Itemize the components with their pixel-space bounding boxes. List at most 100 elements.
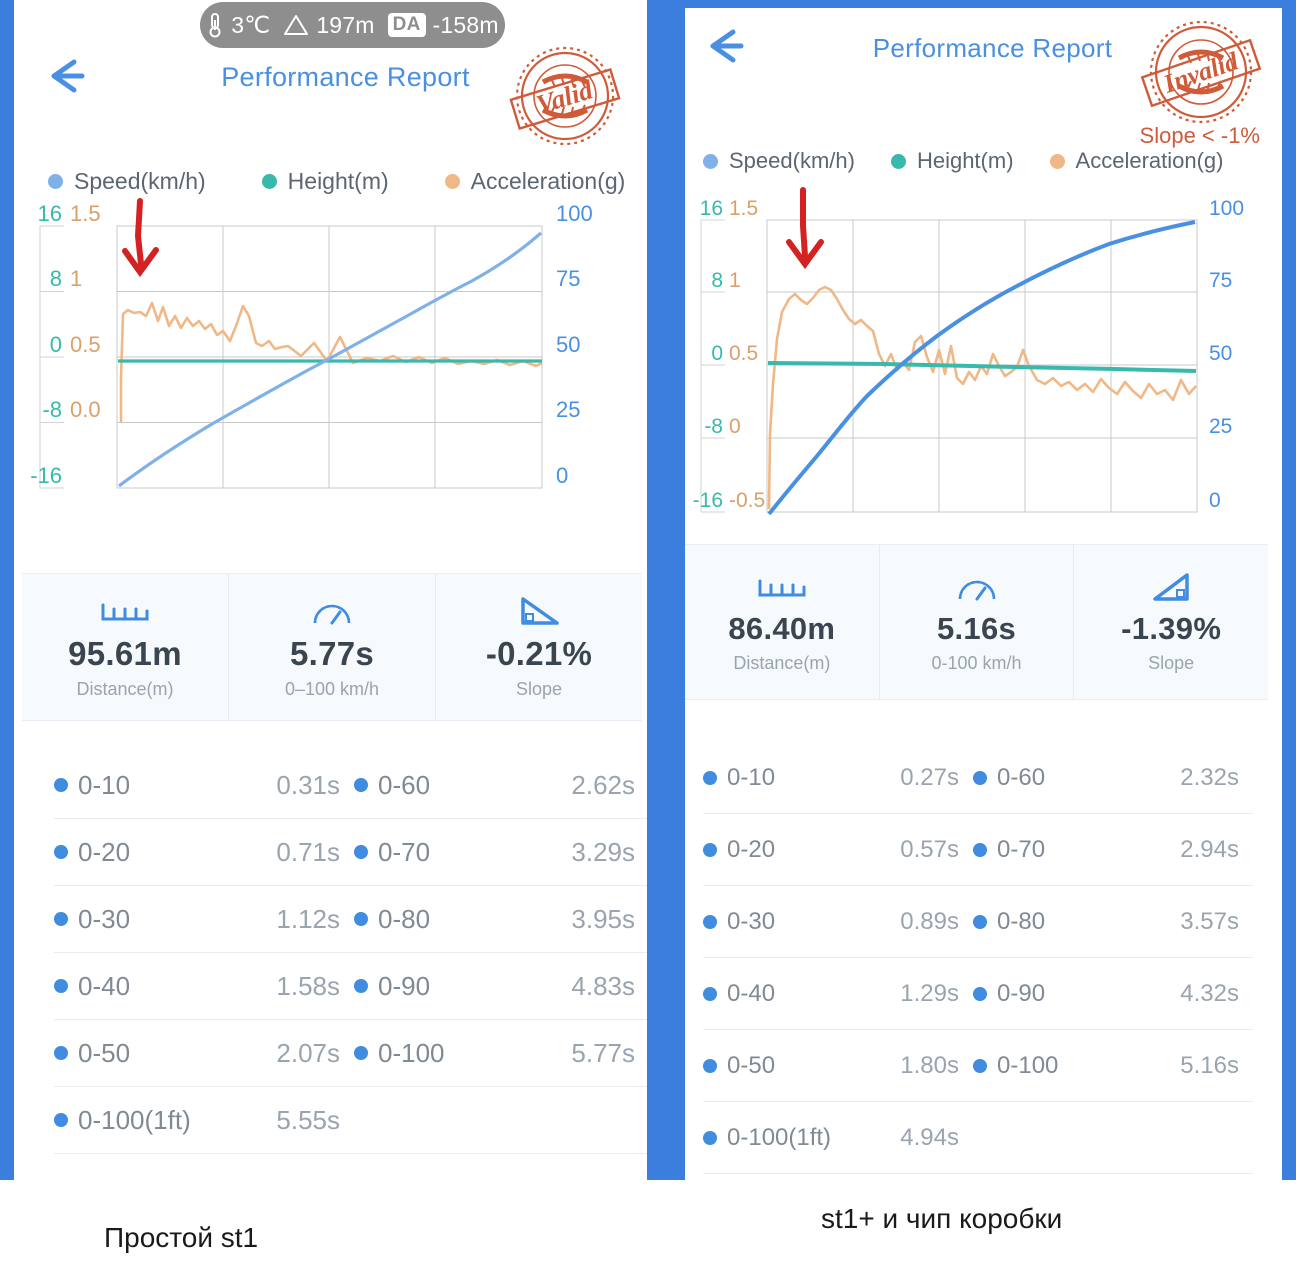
timing-cell: 0-70 2.94s (973, 836, 1253, 864)
timing-label: 0-20 (703, 836, 775, 864)
bullet-icon (54, 979, 68, 993)
table-row: 0-40 1.29s 0-90 4.32s (703, 958, 1253, 1030)
stat-slope[interactable]: -1.39% Slope (1074, 545, 1268, 699)
legend-label-speed: Speed(km/h) (74, 168, 206, 194)
legend-item-acceleration[interactable]: Acceleration(g) (1049, 148, 1224, 174)
stat-zero-to-hundred-value: 5.77s (289, 634, 375, 672)
legend-label-acceleration: Acceleration(g) (1075, 148, 1224, 173)
svg-text:1.5: 1.5 (70, 201, 101, 226)
stat-distance[interactable]: 95.61m Distance(m) (22, 574, 229, 720)
height-axis-ticks: 16 8 0 -8 -16 (30, 201, 62, 488)
stat-slope-value: -1.39% (1121, 610, 1222, 646)
timing-value: 4.83s (571, 970, 635, 1001)
height-axis-ticks: 16 8 0 -8 -16 (693, 197, 723, 512)
timing-cell: 0-90 4.83s (354, 970, 647, 1002)
table-row: 0-100(1ft) 5.55s (54, 1087, 647, 1154)
timing-value: 2.62s (571, 769, 635, 800)
speed-axis-ticks: 100 75 50 25 0 (1209, 197, 1244, 512)
table-row: 0-10 0.31s 0-60 2.62s (54, 752, 647, 819)
svg-text:50: 50 (1209, 342, 1232, 365)
svg-text:-16: -16 (30, 463, 62, 488)
timing-label: 0-40 (703, 980, 775, 1008)
report-screen-left: 3℃ 197m DA -158m Performance Report Vali… (14, 0, 647, 1180)
chart-legend-right: Speed(km/h) Height(m) Acceleration(g) (703, 148, 1223, 174)
legend-item-speed[interactable]: Speed(km/h) (48, 168, 206, 195)
svg-text:0: 0 (729, 415, 741, 438)
table-row: 0-20 0.71s 0-70 3.29s (54, 819, 647, 886)
stat-distance-label: Distance(m) (733, 652, 831, 673)
table-row: 0-50 1.80s 0-100 5.16s (703, 1030, 1253, 1102)
stat-zero-to-hundred[interactable]: 5.77s 0–100 km/h (229, 574, 436, 720)
timing-label: 0-100 (973, 1052, 1058, 1080)
svg-text:8: 8 (50, 266, 62, 291)
bullet-icon (354, 979, 368, 993)
table-row: 0-50 2.07s 0-100 5.77s (54, 1020, 647, 1087)
summary-stats-left: 95.61m Distance(m) 5.77s 0–100 km/h -0.2… (22, 573, 642, 721)
timing-label: 0-50 (703, 1052, 775, 1080)
bullet-icon (54, 912, 68, 926)
timing-value: 5.55s (276, 1104, 340, 1135)
table-row: 0-10 0.27s 0-60 2.32s (703, 742, 1253, 814)
screenshot-root: 3℃ 197m DA -158m Performance Report Vali… (0, 0, 1296, 1272)
svg-text:1: 1 (729, 269, 741, 292)
bullet-icon (703, 1130, 717, 1145)
timing-label: 0-60 (973, 764, 1045, 792)
da-value: -158m (432, 11, 499, 38)
timing-value: 3.95s (571, 903, 635, 934)
timing-value: 5.77s (571, 1037, 635, 1068)
bullet-icon (54, 1113, 68, 1127)
valid-stamp-label: Valid (533, 74, 597, 120)
timing-value: 4.32s (1180, 979, 1239, 1007)
height-series-line (767, 361, 1197, 373)
slope-icon (517, 595, 561, 629)
legend-dot-height (261, 174, 277, 189)
timing-value: 0.57s (900, 835, 959, 863)
valid-stamp-icon: Valid (499, 42, 631, 150)
bullet-icon (703, 986, 717, 1001)
timing-label: 0-20 (54, 837, 130, 868)
svg-text:16: 16 (700, 197, 723, 220)
table-row: 0-30 1.12s 0-80 3.95s (54, 886, 647, 953)
legend-item-acceleration[interactable]: Acceleration(g) (444, 168, 625, 195)
legend-dot-height (890, 153, 906, 169)
legend-item-speed[interactable]: Speed(km/h) (703, 148, 855, 174)
timing-value: 1.12s (276, 903, 340, 934)
svg-text:0: 0 (556, 463, 568, 488)
legend-item-height[interactable]: Height(m) (890, 148, 1014, 174)
legend-item-height[interactable]: Height(m) (261, 168, 389, 195)
timing-label: 0-10 (54, 770, 130, 801)
timing-value: 0.89s (900, 907, 959, 935)
bullet-icon (973, 986, 987, 1001)
svg-text:75: 75 (556, 266, 580, 291)
ruler-icon (757, 571, 807, 605)
timing-label: 0-100(1ft) (54, 1105, 191, 1136)
table-row: 0-20 0.57s 0-70 2.94s (703, 814, 1253, 886)
density-altitude-readout: DA -158m (387, 11, 499, 39)
caption-right: st1+ и чип коробки (821, 1203, 1063, 1234)
table-row: 0-100(1ft) 4.94s (703, 1102, 1253, 1174)
bullet-icon (703, 770, 717, 785)
stat-slope-value: -0.21% (485, 634, 593, 672)
timing-value: 4.94s (900, 1123, 959, 1151)
summary-stats-right: 86.40m Distance(m) 5.16s 0-100 km/h -1.3… (685, 544, 1268, 700)
stat-slope[interactable]: -0.21% Slope (436, 574, 642, 720)
svg-text:0.5: 0.5 (729, 342, 758, 365)
timing-cell: 0-60 2.62s (354, 769, 647, 801)
stat-zero-to-hundred-label: 0–100 km/h (284, 678, 380, 699)
timing-label: 0-60 (354, 770, 430, 801)
speedometer-icon (311, 595, 353, 629)
bullet-icon (973, 770, 987, 785)
bullet-icon (703, 914, 717, 929)
speedometer-icon (956, 571, 998, 605)
stat-distance[interactable]: 86.40m Distance(m) (685, 545, 880, 699)
timing-cell: 0-20 0.57s (703, 836, 973, 864)
stat-zero-to-hundred[interactable]: 5.16s 0-100 km/h (880, 545, 1075, 699)
stat-zero-to-hundred-value: 5.16s (936, 610, 1017, 646)
timing-label: 0-80 (354, 904, 430, 935)
timing-label: 0-100(1ft) (703, 1124, 831, 1152)
timing-label: 0-10 (703, 764, 775, 792)
svg-text:100: 100 (556, 201, 593, 226)
legend-label-height: Height(m) (916, 148, 1014, 173)
bullet-icon (354, 845, 368, 859)
stat-slope-label: Slope (1148, 652, 1195, 673)
